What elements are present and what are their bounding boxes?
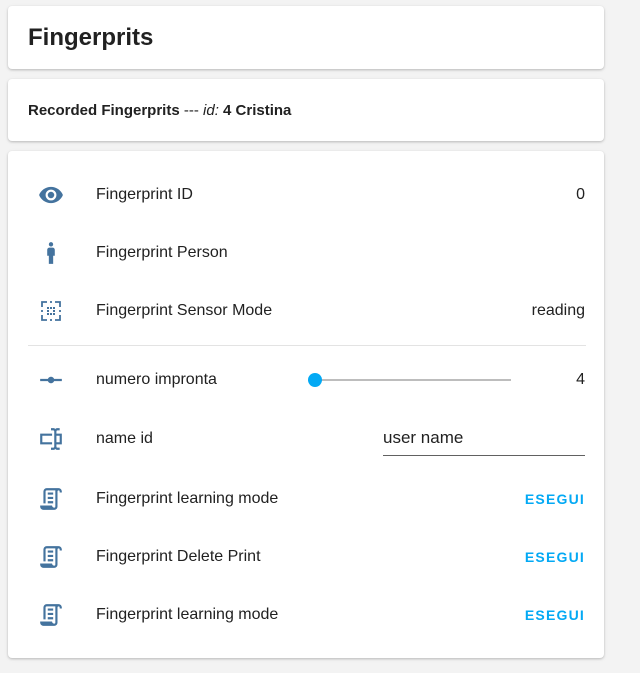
entity-row-script-learning-mode: Fingerprint learning mode ESEGUI [8,479,604,519]
entity-label: numero impronta [96,371,217,388]
entity-row-fingerprint-id[interactable]: Fingerprint ID 0 [8,175,604,215]
esegui-button[interactable]: ESEGUI [525,607,585,623]
numero-impronta-slider[interactable] [308,370,511,390]
script-text-icon [37,543,65,571]
eye-icon [37,181,65,209]
entity-row-sensor-mode[interactable]: Fingerprint Sensor Mode reading [8,291,604,331]
entity-label: Fingerprint Person [96,244,228,261]
ray-vertex-icon [37,366,65,394]
id-label: id: [203,101,219,119]
script-text-icon [37,601,65,629]
entity-value: 4 [576,371,585,388]
scan-icon [37,297,65,325]
entity-label: Fingerprint Delete Print [96,548,261,565]
title-card: Fingerprits [8,6,604,69]
esegui-button[interactable]: ESEGUI [525,491,585,507]
entity-row-script-learning-mode-2: Fingerprint learning mode ESEGUI [8,595,604,635]
entity-row-name-id: name id [8,419,604,459]
divider [28,345,586,346]
entity-value: reading [531,302,585,319]
slider-track[interactable] [314,379,511,381]
entity-label: Fingerprint ID [96,186,193,203]
entity-label: Fingerprint Sensor Mode [96,302,273,319]
separator: --- [179,101,204,119]
entity-label: Fingerprint learning mode [96,606,279,623]
page-title: Fingerprits [28,23,154,51]
entity-row-fingerprint-person[interactable]: Fingerprint Person [8,233,604,273]
entity-row-numero-impronta: numero impronta 4 [8,360,604,400]
entities-card: Fingerprint ID 0 Fingerprint Person Fing… [8,151,604,658]
script-text-icon [37,485,65,513]
person-icon [37,239,65,267]
entity-label: Fingerprint learning mode [96,490,279,507]
form-textbox-icon [37,425,65,453]
entity-row-script-delete-print: Fingerprint Delete Print ESEGUI [8,537,604,577]
markdown-card: Recorded Fingerprits --- id: 4 Cristina [8,79,604,141]
recorded-label: Recorded Fingerprits [28,101,180,119]
slider-thumb[interactable] [308,373,322,387]
id-value: 4 Cristina [218,101,292,119]
esegui-button[interactable]: ESEGUI [525,549,585,565]
entity-value: 0 [576,186,585,203]
entity-label: name id [96,430,153,447]
name-id-input[interactable] [383,421,585,456]
